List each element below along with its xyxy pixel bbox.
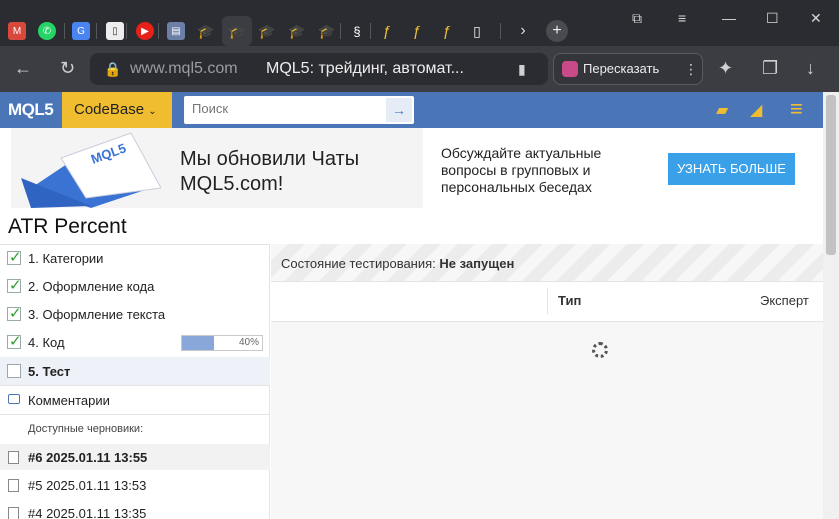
draft-item[interactable]: #5 2025.01.11 13:53 [0,472,270,498]
draft-label: #4 2025.01.11 13:35 [28,506,147,519]
drafts-heading: Доступные черновики: [28,423,144,435]
retell-label: Пересказать [583,61,660,76]
close-icon[interactable]: ✕ [810,10,822,27]
document-icon[interactable]: ▯ [468,22,486,40]
lock-icon: 🔒 [104,61,122,77]
tab-separator [370,23,371,39]
notifications-icon[interactable]: ◢ [750,100,762,120]
step-label: 2. Оформление кода [28,279,155,294]
document-icon[interactable]: ▯ [106,22,124,40]
youtube-icon[interactable]: ▶ [136,22,154,40]
tab-separator [96,23,97,39]
download-icon[interactable]: ↓ [806,58,815,79]
banner-text: Обсуждайте актуальные вопросы в групповы… [441,145,602,195]
comments-link[interactable]: Комментарии [0,386,270,414]
chevron-down-icon: ⌄ [148,106,157,117]
extensions-icon[interactable]: ✦ [718,58,733,79]
whatsapp-icon[interactable]: ✆ [38,22,56,40]
code-progress-bar: 40% [181,335,263,351]
minimize-icon[interactable]: — [722,10,736,26]
tab-separator [64,23,65,39]
collections-icon[interactable]: ❐ [762,58,778,79]
draft-label: #6 2025.01.11 13:55 [28,450,148,465]
menu-icon[interactable]: ≡ [678,10,686,26]
translate-icon[interactable]: G [72,22,90,40]
mql5-tab-icon[interactable]: 🎓 [228,22,246,40]
document-icon [8,451,19,464]
test-status: Состояние тестирования: Не запущен [281,256,515,271]
mql5-tab-icon[interactable]: 🎓 [318,22,336,40]
column-expert[interactable]: Эксперт [760,293,809,308]
progress-label: 40% [238,337,259,348]
retell-icon [562,61,578,77]
comment-icon [8,394,20,404]
maximize-icon[interactable]: ☐ [766,10,779,27]
step-label: 3. Оформление текста [28,307,166,322]
feather-icon[interactable]: ƒ [438,22,456,40]
mql5-tab-icon[interactable]: 🎓 [288,22,306,40]
divider [0,414,270,415]
user-document-icon [8,507,19,519]
checkbox-checked-icon [7,304,22,322]
feather-icon[interactable]: ƒ [408,22,426,40]
checkbox-checked-icon [7,248,22,266]
scrollbar-thumb[interactable] [826,95,836,255]
mql5-logo[interactable]: MQL5 [8,100,54,120]
mql5-envelope-icon: MQL5 [21,132,161,208]
learn-more-button[interactable]: УЗНАТЬ БОЛЬШЕ [668,153,795,185]
step-code-style[interactable]: 2. Оформление кода [0,273,270,301]
page-title: ATR Percent [8,215,127,238]
step-test[interactable]: 5. Тест [0,357,270,385]
checkbox-unchecked-icon [7,364,21,378]
link-icon[interactable]: § [348,22,366,40]
hamburger-icon[interactable]: ≡ [790,96,803,122]
new-tab-icon[interactable]: + [546,20,568,42]
step-label: 1. Категории [28,251,104,266]
more-icon[interactable]: ⋮ [684,61,698,78]
checkbox-checked-icon [7,332,22,350]
gmail-icon[interactable]: M [8,22,26,40]
search-input[interactable] [192,101,372,116]
tab-separator [340,23,341,39]
mql5-tab-icon[interactable]: 🎓 [258,22,276,40]
document-icon [8,479,19,492]
draft-item[interactable]: #4 2025.01.11 13:35 [0,500,270,519]
tab-separator [158,23,159,39]
site-icon[interactable]: ▤ [167,22,185,40]
loading-spinner-icon [592,342,608,358]
banner-headline: Мы обновили Чаты MQL5.com! [180,148,360,195]
reload-icon[interactable]: ↻ [60,58,75,79]
step-label: 4. Код [28,335,65,350]
chevron-right-icon[interactable]: › [514,22,532,40]
column-type[interactable]: Тип [558,293,581,308]
test-status-value: Не запущен [439,256,515,271]
checkbox-checked-icon [7,276,22,294]
search-submit-button[interactable]: → [386,98,412,122]
draft-label: #5 2025.01.11 13:53 [28,478,147,493]
tab-separator [500,23,501,39]
bookmark-icon[interactable]: ▮ [518,61,526,78]
step-text-style[interactable]: 3. Оформление текста [0,301,270,329]
page-tab-title: MQL5: трейдинг, автомат... [266,60,464,77]
draft-item[interactable]: #6 2025.01.11 13:55 [0,444,270,470]
tab-separator [126,23,127,39]
comments-label: Комментарии [28,393,110,408]
chat-icon[interactable]: ▰ [716,100,728,120]
back-icon[interactable]: ← [14,58,32,79]
step-label: 5. Тест [28,364,71,379]
mql5-tab-icon[interactable]: 🎓 [197,22,215,40]
url-host: www.mql5.com [130,60,238,77]
column-divider [547,288,548,314]
codebase-label: CodeBase ⌄ [74,101,157,118]
progress-fill [182,336,214,350]
bookmarks-icon[interactable]: ⧉ [632,10,642,27]
step-categories[interactable]: 1. Категории [0,245,270,273]
feather-icon[interactable]: ƒ [378,22,396,40]
